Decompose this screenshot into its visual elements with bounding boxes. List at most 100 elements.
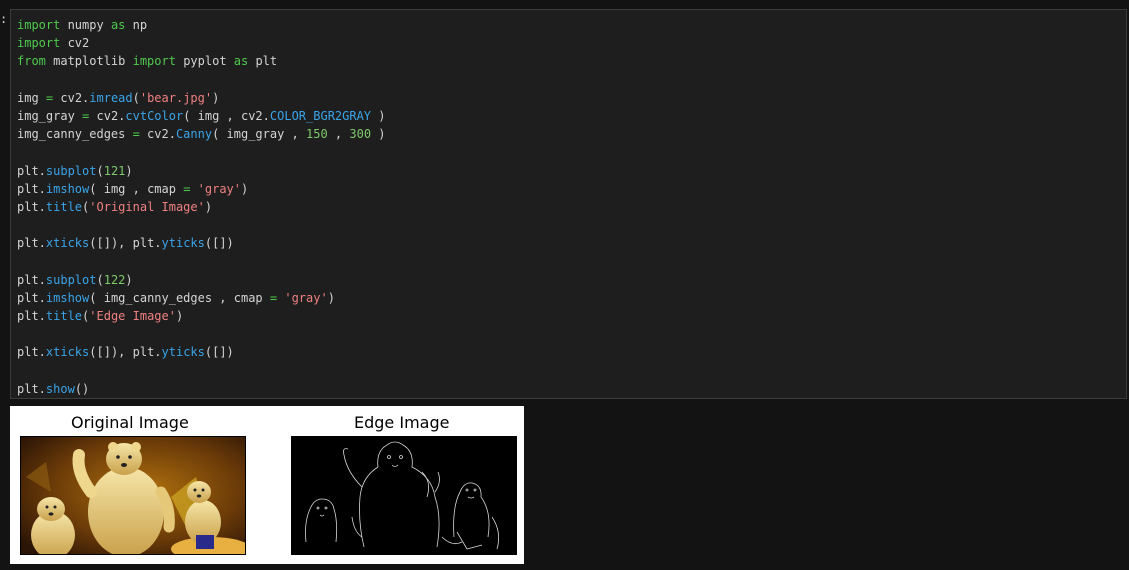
- code-token: =: [132, 127, 140, 142]
- original-image: [21, 437, 245, 554]
- code-line: plt.subplot(121): [17, 162, 386, 180]
- code-token: 'Original Image': [89, 199, 205, 214]
- plot-title-edge: Edge Image: [354, 413, 450, 432]
- code-token: Canny: [175, 127, 213, 142]
- code-token: ): [125, 163, 133, 178]
- code-token: subplot: [45, 272, 97, 287]
- code-token: img_gray: [17, 108, 83, 123]
- code-token: cv2: [60, 36, 90, 51]
- code-token: ( img_gray ,: [212, 127, 306, 142]
- code-token: plt.: [17, 163, 46, 178]
- code-token: plt.: [17, 236, 46, 251]
- code-line: plt.subplot(122): [17, 271, 386, 289]
- code-token: yticks: [161, 345, 205, 360]
- code-line: plt.imshow( img_canny_edges , cmap = 'gr…: [17, 289, 386, 307]
- code-token: plt.: [17, 345, 46, 360]
- code-token: cv2.: [53, 90, 90, 105]
- code-token: ([]): [204, 236, 234, 251]
- code-token: ( img_canny_edges , cmap: [89, 290, 270, 305]
- code-token: plt.: [17, 381, 46, 396]
- code-line: import cv2: [17, 34, 386, 52]
- original-image-axes: [20, 436, 246, 555]
- code-token: 'Edge Image': [89, 309, 176, 323]
- code-token: COLOR_BGR2GRAY: [269, 108, 372, 123]
- code-line: img_gray = cv2.cvtColor( img , cv2.COLOR…: [17, 107, 386, 125]
- code-token: cv2.: [139, 127, 176, 142]
- code-token: subplot: [45, 163, 97, 178]
- code-token: plt.: [17, 199, 46, 214]
- code-token: ): [241, 181, 249, 196]
- code-token: 'gray': [197, 181, 242, 196]
- code-token: ( img , cmap: [89, 181, 184, 196]
- code-token: ( img , cv2.: [183, 108, 270, 123]
- code-line: plt.xticks([]), plt.yticks([]): [17, 234, 386, 252]
- code-line: img_canny_edges = cv2.Canny( img_gray , …: [17, 125, 386, 143]
- code-line: img = cv2.imread('bear.jpg'): [17, 89, 386, 107]
- code-token: matplotlib: [45, 54, 133, 69]
- code-token: import: [132, 54, 176, 69]
- code-line: plt.xticks([]), plt.yticks([]): [17, 343, 386, 361]
- code-token: 150: [306, 127, 328, 142]
- code-token: (): [74, 381, 90, 396]
- code-token: as: [110, 18, 126, 32]
- code-token: xticks: [45, 345, 90, 360]
- code-token: ([]): [204, 345, 234, 360]
- code-line: plt.title('Edge Image'): [17, 307, 386, 325]
- edge-image-axes: [291, 436, 517, 555]
- code-token: 121: [103, 163, 126, 178]
- code-token: ([]), plt.: [89, 236, 162, 251]
- code-token: pyplot: [175, 54, 234, 69]
- code-token: cvtColor: [125, 108, 184, 123]
- cell-prompt-marker: :: [0, 12, 8, 26]
- code-token: ): [371, 127, 386, 142]
- code-token: imshow: [45, 181, 90, 196]
- code-line: from matplotlib import pyplot as plt: [17, 52, 386, 70]
- code-token: (: [96, 272, 104, 287]
- code-token: import: [17, 18, 61, 32]
- code-token: xticks: [45, 236, 90, 251]
- code-token: (: [96, 163, 104, 178]
- code-token: ): [371, 108, 386, 123]
- code-token: img_canny_edges: [17, 127, 133, 142]
- code-token: import: [17, 36, 61, 51]
- code-block[interactable]: import numpy as np import cv2 from matplot…: [17, 16, 386, 398]
- plot-title-original: Original Image: [71, 413, 189, 432]
- code-token: ([]), plt.: [89, 345, 162, 360]
- code-token: ): [327, 290, 335, 305]
- code-token: show: [45, 381, 75, 396]
- code-token: plt.: [17, 309, 46, 323]
- code-token: from: [17, 54, 46, 69]
- code-token: imshow: [45, 290, 90, 305]
- code-line: plt.imshow( img , cmap = 'gray'): [17, 180, 386, 198]
- cell-output: Original Image Edge Image: [10, 406, 524, 564]
- code-token: 300: [349, 127, 372, 142]
- code-token: ): [212, 90, 220, 105]
- code-token: ): [175, 309, 184, 323]
- code-token: (: [132, 90, 140, 105]
- code-token: img: [17, 90, 46, 105]
- code-cell-editor[interactable]: import numpy as np import cv2 from matplot…: [10, 9, 1127, 399]
- code-token: np: [125, 18, 148, 32]
- code-token: plt.: [17, 181, 46, 196]
- code-token: title: [45, 199, 83, 214]
- code-token: 'bear.jpg': [139, 90, 213, 105]
- edge-image: [292, 437, 516, 554]
- code-token: plt.: [17, 290, 46, 305]
- code-token: ): [125, 272, 133, 287]
- code-line: plt.title('Original Image'): [17, 198, 386, 216]
- code-line: plt.show(): [17, 380, 386, 398]
- code-token: 'gray': [284, 290, 328, 305]
- code-line: import numpy as np: [17, 16, 386, 34]
- code-token: plt: [248, 54, 278, 69]
- code-token: title: [45, 309, 83, 323]
- code-token: ): [204, 199, 213, 214]
- code-token: plt.: [17, 272, 46, 287]
- code-token: yticks: [161, 236, 205, 251]
- code-token: cv2.: [89, 108, 126, 123]
